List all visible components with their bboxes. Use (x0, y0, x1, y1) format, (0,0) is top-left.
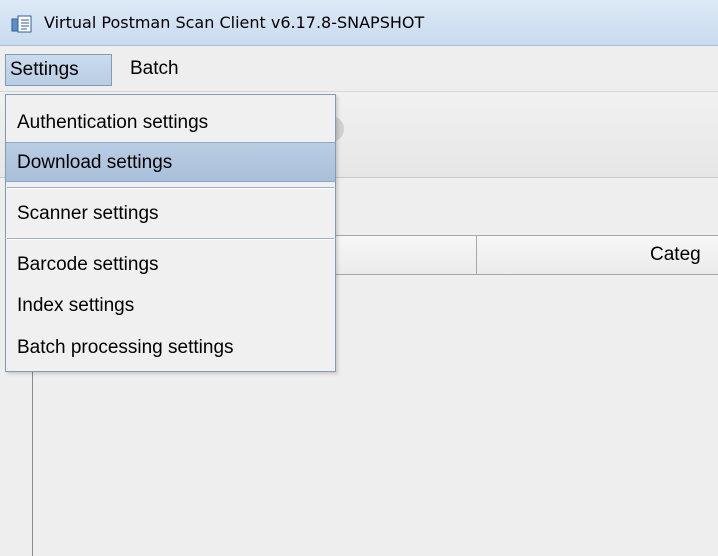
menu-item-authentication-settings[interactable]: Authentication settings (6, 103, 335, 143)
title-bar: Virtual Postman Scan Client v6.17.8-SNAP… (0, 0, 718, 46)
menu-item-scanner-settings[interactable]: Scanner settings (6, 194, 335, 234)
app-document-icon (11, 15, 32, 33)
column-separator[interactable] (476, 236, 477, 274)
menu-separator (7, 187, 334, 189)
menu-item-download-settings[interactable]: Download settings (6, 142, 335, 182)
menu-item-barcode-settings[interactable]: Barcode settings (6, 245, 335, 285)
menu-settings[interactable]: Settings (5, 54, 112, 86)
window-title: Virtual Postman Scan Client v6.17.8-SNAP… (44, 13, 425, 32)
menu-item-index-settings[interactable]: Index settings (6, 286, 335, 326)
menu-bar: Settings Batch (0, 46, 718, 92)
settings-dropdown-menu: Authentication settings Download setting… (5, 94, 336, 372)
menu-batch[interactable]: Batch (126, 54, 183, 86)
menu-separator (7, 238, 334, 240)
menu-item-batch-processing-settings[interactable]: Batch processing settings (6, 328, 335, 368)
table-header: Categ (330, 235, 718, 275)
column-header-category[interactable]: Categ (650, 244, 701, 266)
